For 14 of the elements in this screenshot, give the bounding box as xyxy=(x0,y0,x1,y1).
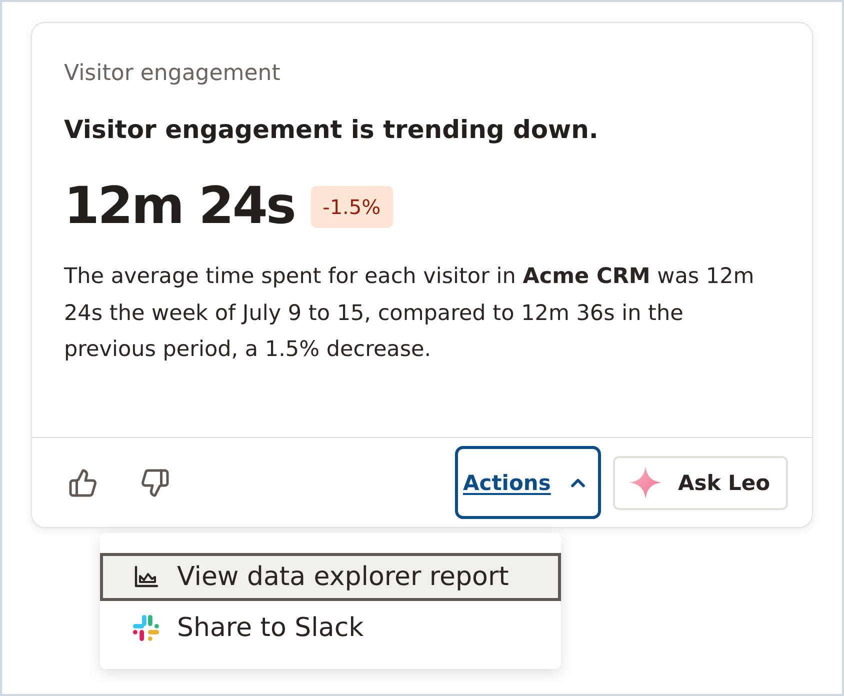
menu-item[interactable]: View data explorer report xyxy=(100,553,561,601)
menu-item[interactable]: Share to Slack xyxy=(100,604,561,652)
metric-value: 12m 24s xyxy=(64,176,295,238)
summary-text: The average time spent for each visitor in Acme CRM was 12m 24s the week of July 9 to 15, compared to 12m 36s in the previous period, a 1.5% decrease. xyxy=(64,263,756,364)
sparkle-icon xyxy=(629,466,662,499)
change-badge: -1.5% xyxy=(310,186,393,228)
card-eyebrow: Visitor engagement xyxy=(64,61,282,87)
actions-button[interactable]: Actions xyxy=(455,446,601,519)
thumbs-up-icon[interactable] xyxy=(68,468,98,498)
slack-logo-icon xyxy=(132,614,160,642)
ask-leo-button[interactable]: Ask Leo xyxy=(613,456,788,510)
thumbs-down-icon[interactable] xyxy=(140,468,170,498)
card-headline: Visitor engagement is trending down. xyxy=(64,115,600,145)
area-chart-icon xyxy=(134,566,158,588)
